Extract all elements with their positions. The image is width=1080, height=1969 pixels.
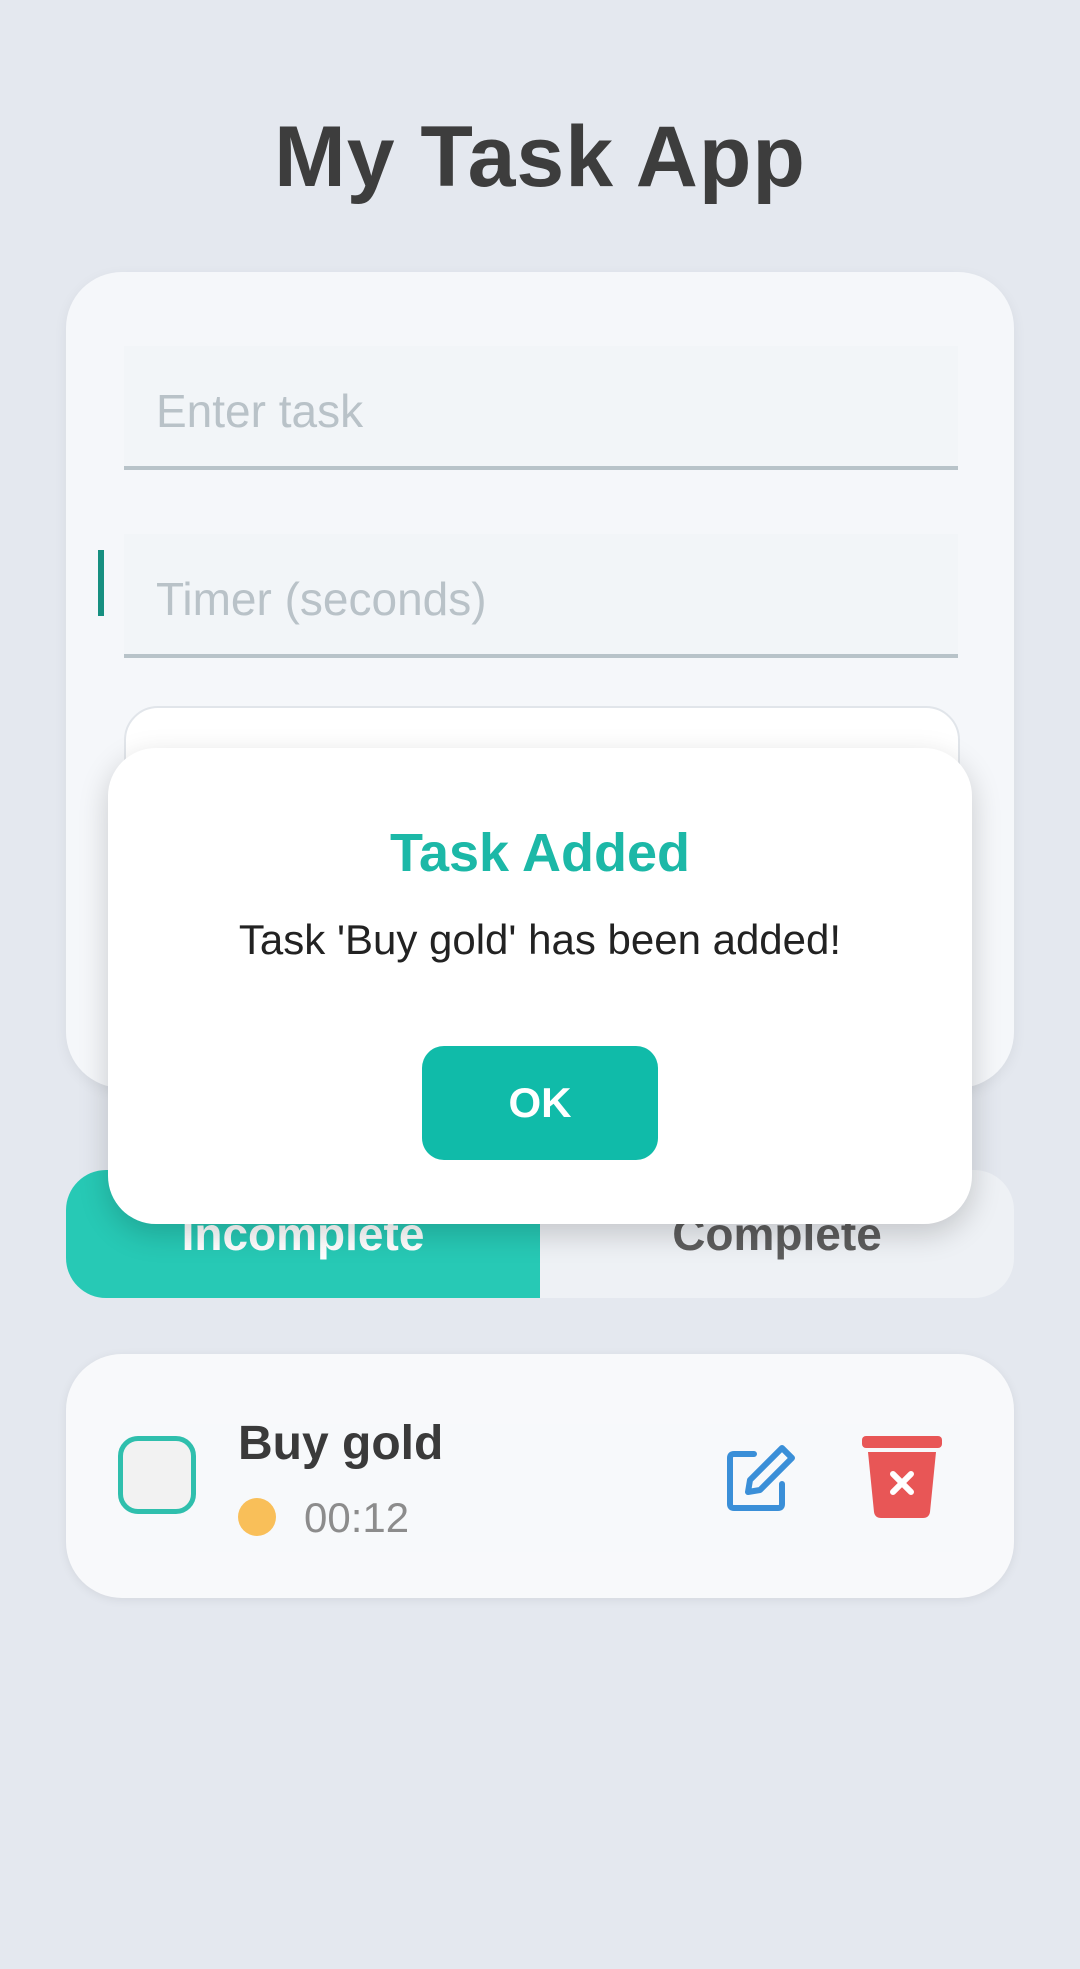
task-list-card: Buy gold 00:12 [66,1354,1014,1598]
status-dot [238,1498,276,1536]
dialog-title: Task Added [389,823,691,883]
trash-icon [862,1436,942,1518]
dialog-message: Task 'Buy gold' has been added! [238,916,842,963]
edit-icon [727,1445,795,1511]
ok-button[interactable]: OK [422,1046,658,1160]
app-title: My Task App [274,109,806,205]
delete-button[interactable] [862,1436,942,1518]
task-checkbox[interactable] [118,1436,196,1514]
task-input-placeholder: Enter task [156,385,364,437]
timer-input[interactable]: Timer (seconds) [124,534,958,658]
task-input[interactable]: Enter task [124,346,958,470]
text-caret [98,550,104,616]
timer-input-placeholder: Timer (seconds) [156,573,487,625]
task-added-dialog: Task Added Task 'Buy gold' has been adde… [108,748,972,1224]
task-name: Buy gold [238,1417,444,1470]
edit-button[interactable] [722,1442,796,1516]
task-timer: 00:12 [304,1494,410,1541]
